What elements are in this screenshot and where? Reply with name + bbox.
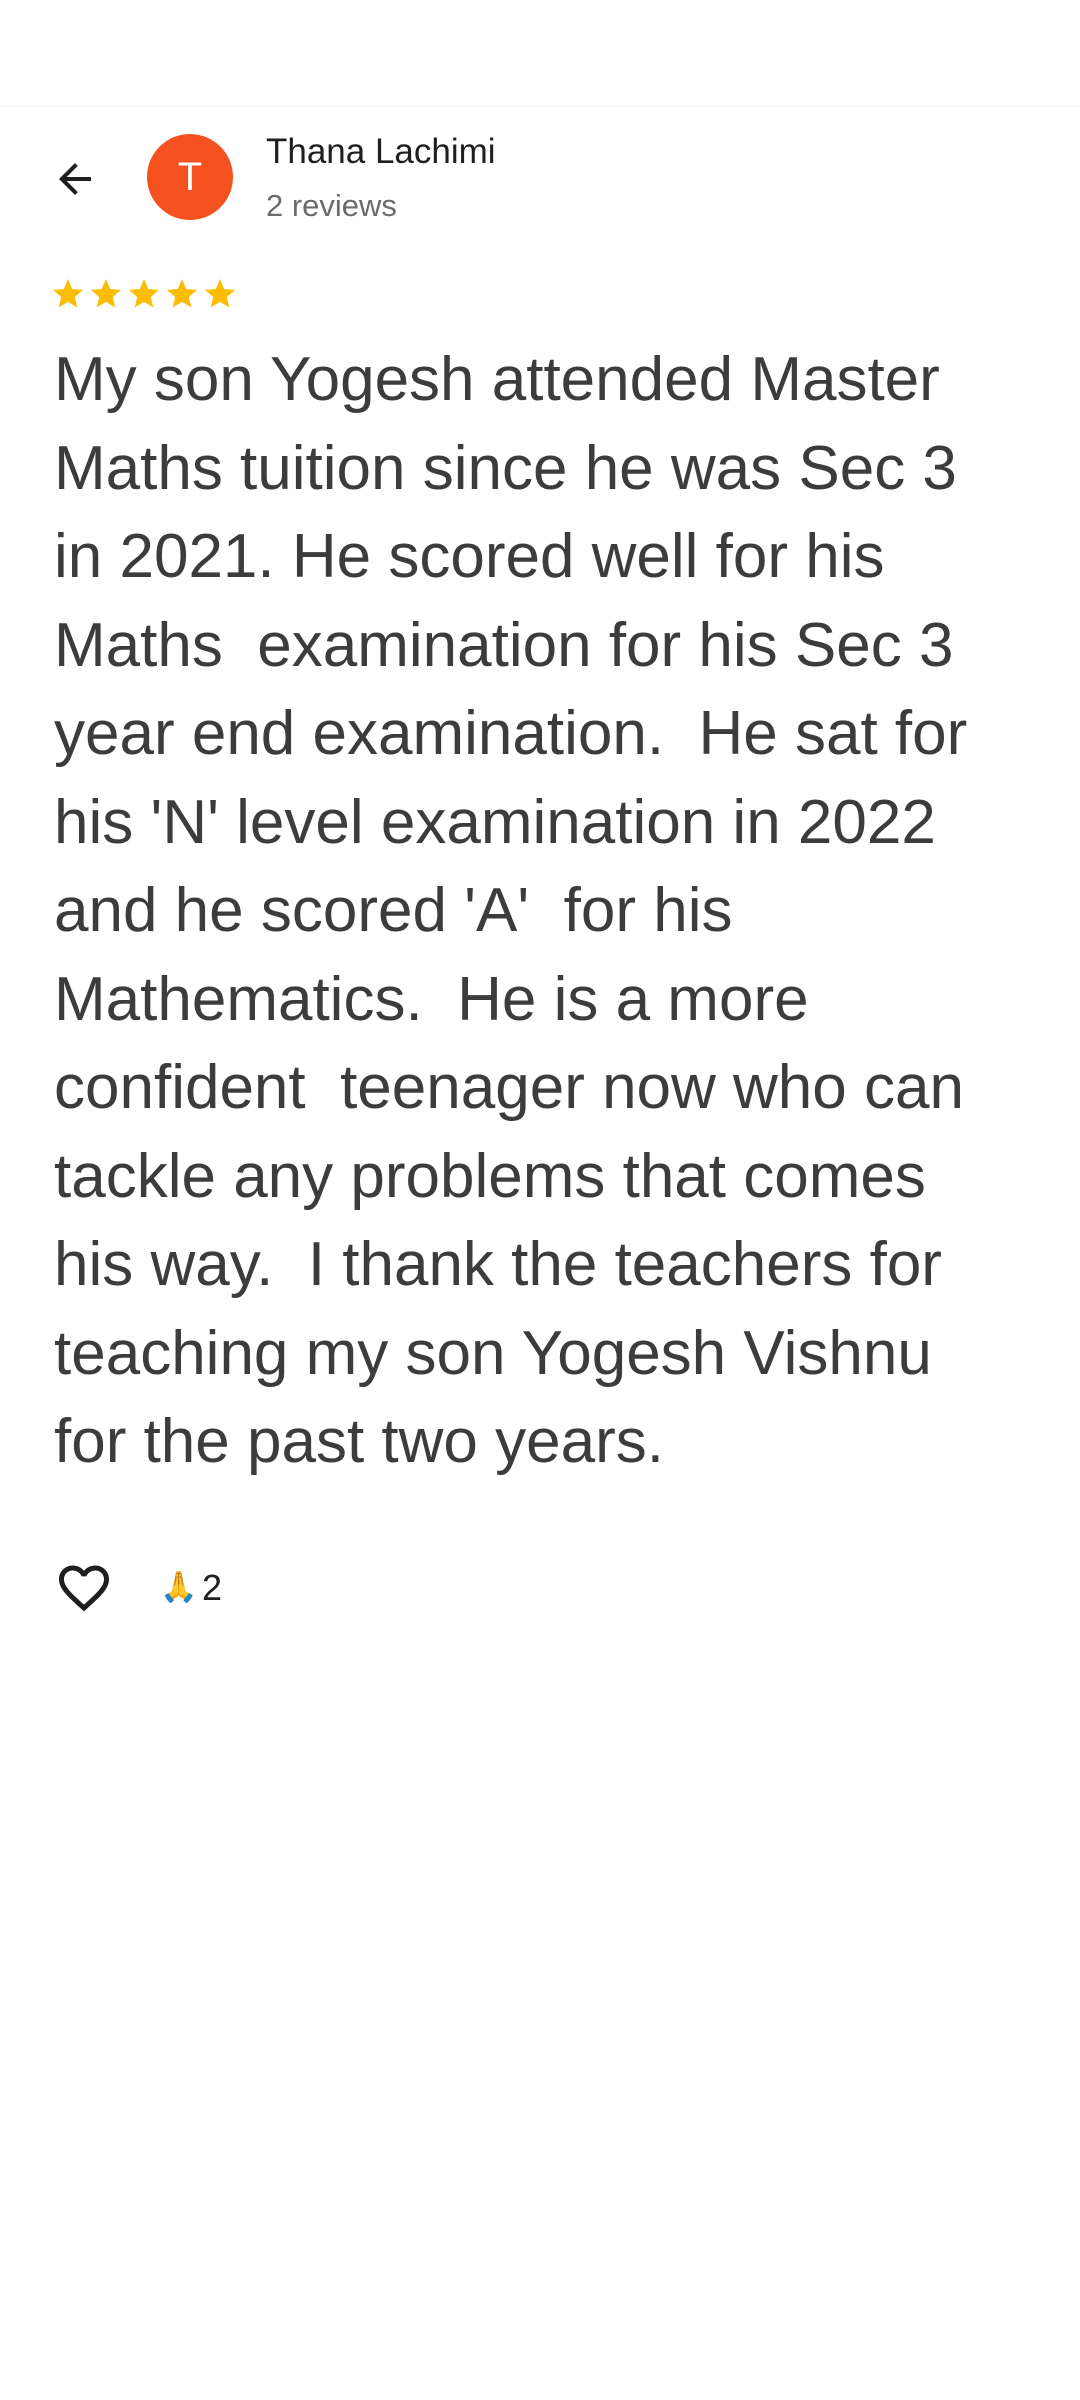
star-icon (53, 279, 83, 308)
heart-outline-icon (59, 1565, 109, 1612)
arrow-left-icon (59, 163, 91, 195)
avatar[interactable]: T (147, 134, 233, 220)
star-icon (129, 279, 159, 308)
review-actions: 🙏 2 (52, 1548, 222, 1628)
like-button[interactable] (52, 1556, 116, 1620)
reviewer-review-count: 2 reviews (266, 188, 397, 223)
status-bar (0, 0, 1080, 107)
avatar-initial: T (177, 154, 203, 199)
back-button[interactable] (40, 144, 110, 214)
review-text: My son Yogesh attended Master Maths tuit… (54, 345, 968, 1476)
star-icon (167, 279, 197, 308)
reviewer-name[interactable]: Thana Lachimi (266, 132, 496, 172)
star-icon (91, 279, 121, 308)
star-rating (50, 276, 238, 312)
review-header: T Thana Lachimi 2 reviews (0, 106, 1080, 256)
folded-hands-icon: 🙏 (160, 1571, 198, 1604)
star-icon (205, 279, 235, 308)
reaction-chip[interactable]: 🙏 2 (160, 1567, 222, 1609)
reaction-count: 2 (202, 1567, 223, 1608)
